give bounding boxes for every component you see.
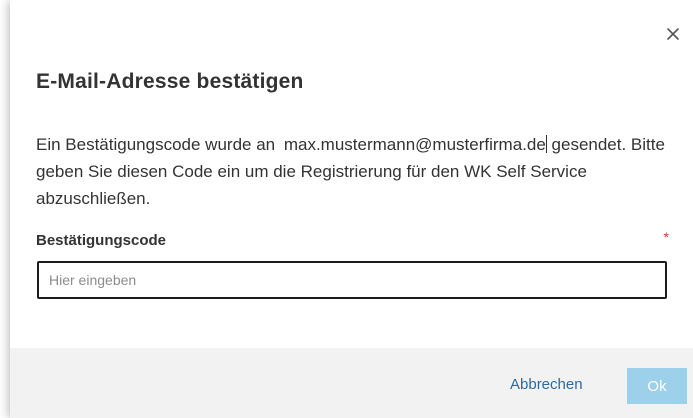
message-prefix: Ein Bestätigungscode wurde an	[36, 135, 276, 154]
email-address: max.mustermann@musterfirma.de	[283, 135, 546, 154]
required-marker: *	[663, 229, 669, 245]
dialog-footer: Abbrechen Ok	[10, 348, 693, 418]
close-button[interactable]	[661, 22, 685, 46]
ok-button[interactable]: Ok	[627, 368, 687, 404]
cancel-button[interactable]: Abbrechen	[510, 376, 583, 393]
email-verification-dialog: E-Mail-Adresse bestätigen Ein Bestätigun…	[10, 0, 693, 418]
stage: E-Mail-Adresse bestätigen Ein Bestätigun…	[0, 0, 693, 418]
code-field-label: Bestätigungscode	[36, 232, 167, 249]
dialog-message: Ein Bestätigungscode wurde an max.muster…	[36, 131, 666, 212]
close-icon	[667, 28, 679, 40]
code-input[interactable]	[37, 261, 667, 299]
text-caret	[545, 135, 547, 153]
dialog-title: E-Mail-Adresse bestätigen	[36, 70, 304, 93]
